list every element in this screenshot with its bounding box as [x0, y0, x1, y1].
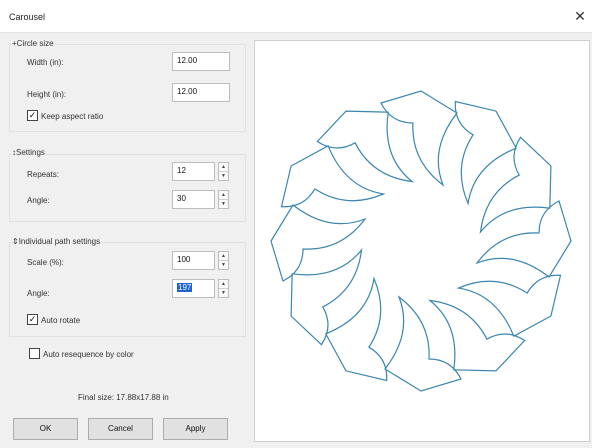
repeats-stepper[interactable]: ▲ ▼	[218, 162, 229, 181]
settings-angle-stepper[interactable]: ▲ ▼	[218, 190, 229, 209]
carousel-petal-shape	[380, 90, 458, 187]
scale-stepper[interactable]: ▲ ▼	[218, 251, 229, 270]
carousel-petal-shape	[479, 136, 552, 235]
auto-rotate-checkbox[interactable]: ✓	[27, 314, 38, 325]
carousel-petal-shape	[316, 110, 415, 183]
path-angle-value: 197	[177, 283, 193, 292]
repeats-label: Repeats:	[27, 170, 60, 179]
path-angle-input[interactable]: 197	[172, 279, 215, 298]
carousel-petal-shape	[270, 204, 367, 282]
carousel-petal-shape	[454, 100, 518, 206]
apply-button[interactable]: Apply	[163, 418, 228, 440]
carousel-petal-shape	[290, 247, 363, 346]
auto-rotate-label: Auto rotate	[41, 316, 81, 325]
carousel-petal-shape	[475, 200, 572, 278]
settings-angle-label: Angle:	[27, 196, 50, 205]
height-label: Height (in):	[27, 90, 67, 99]
carousel-preview-graphic	[270, 90, 572, 392]
path-angle-stepper[interactable]: ▲ ▼	[218, 279, 229, 298]
carousel-petal-shape	[324, 276, 388, 382]
circle-size-title: +Circle size	[12, 39, 54, 48]
chevron-down-icon[interactable]: ▼	[219, 199, 228, 208]
settings-title: ↕Settings	[12, 148, 45, 157]
keep-aspect-label: Keep aspect ratio	[41, 112, 104, 121]
preview-canvas	[254, 40, 590, 442]
carousel-petal-shape	[427, 299, 526, 372]
carousel-dialog: Carousel ✕ +Circle size Width (in): 12.0…	[0, 0, 592, 448]
close-icon[interactable]: ✕	[572, 8, 588, 24]
repeats-input[interactable]: 12	[172, 162, 215, 181]
carousel-petal-shape	[384, 295, 462, 392]
width-label: Width (in):	[27, 58, 64, 67]
chevron-up-icon[interactable]: ▲	[219, 252, 228, 260]
cancel-button[interactable]: Cancel	[88, 418, 153, 440]
auto-resequence-label: Auto resequence by color	[43, 350, 134, 359]
carousel-petal-shape	[456, 274, 562, 338]
chevron-up-icon[interactable]: ▲	[219, 280, 228, 288]
path-angle-label: Angle:	[27, 289, 50, 298]
chevron-down-icon[interactable]: ▼	[219, 288, 228, 297]
chevron-down-icon[interactable]: ▼	[219, 171, 228, 180]
height-input[interactable]: 12.00	[172, 83, 230, 102]
auto-resequence-checkbox[interactable]	[29, 348, 40, 359]
window-title: Carousel	[9, 12, 46, 22]
settings-angle-input[interactable]: 30	[172, 190, 215, 209]
chevron-up-icon[interactable]: ▲	[219, 191, 228, 199]
final-size-text: Final size: 17.88x17.88 in	[78, 393, 169, 402]
chevron-up-icon[interactable]: ▲	[219, 163, 228, 171]
width-input[interactable]: 12.00	[172, 52, 230, 71]
ok-button[interactable]: OK	[13, 418, 78, 440]
carousel-petal-shape	[280, 144, 386, 208]
scale-label: Scale (%):	[27, 258, 64, 267]
keep-aspect-checkbox[interactable]: ✓	[27, 110, 38, 121]
title-bar: Carousel ✕	[0, 0, 592, 33]
scale-input[interactable]: 100	[172, 251, 215, 270]
individual-path-title: ⇕Individual path settings	[12, 237, 101, 246]
chevron-down-icon[interactable]: ▼	[219, 260, 228, 269]
